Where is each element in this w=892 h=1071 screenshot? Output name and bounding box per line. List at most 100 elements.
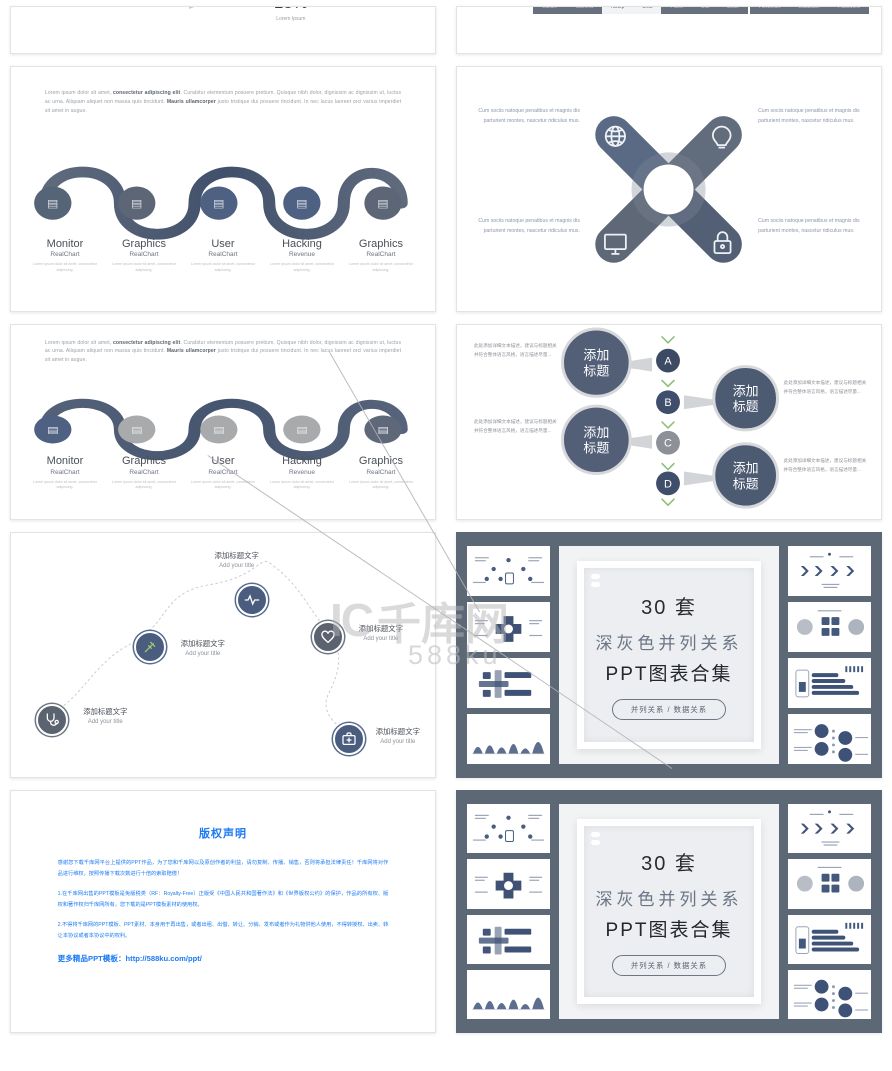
percent-caption: Lorem Ipsum: [276, 16, 306, 22]
thumb-circles-link[interactable]: [788, 714, 871, 764]
tab-dia[interactable]: Dia: [692, 7, 718, 14]
thumb-circles-link[interactable]: [788, 969, 871, 1019]
thumb-quad-image[interactable]: [788, 602, 871, 652]
svg-text:D: D: [664, 478, 672, 490]
wave-item-1[interactable]: Graphics RealChart Lorem ipsum dolor sit…: [107, 238, 181, 273]
tab-code[interactable]: Code: [718, 7, 748, 14]
med-label-cn: 添加标题文字: [358, 624, 404, 634]
med-label-cn: 添加标题文字: [375, 726, 420, 736]
tab-password[interactable]: Password: [829, 7, 869, 14]
lorem-part-1: Lorem ipsum dolor sit amet,: [44, 89, 113, 96]
svg-text:▤: ▤: [378, 197, 389, 210]
svg-text:▤: ▤: [131, 425, 142, 436]
tab-notep[interactable]: Notep: [602, 7, 634, 14]
cover-badge[interactable]: 并列关系 / 数据关系: [611, 954, 727, 976]
grid-cell-r5c1: 版权声明 感谢您下载千库网平台上提供的PPT作品，为了您和千库网以及原创作者的利…: [0, 784, 446, 1039]
wave-item-0[interactable]: Monitor RealChart Lorem ipsum dolor sit …: [28, 238, 102, 273]
wave-item-title: Graphics: [358, 237, 403, 250]
med-node-stethoscope[interactable]: [36, 703, 69, 736]
cover-badge[interactable]: 并列关系 / 数据关系: [611, 698, 727, 720]
med-node-heart[interactable]: [312, 620, 345, 653]
slide-medical-path[interactable]: 添加标题文字 Add your title 添加标题文字 Add your ti…: [10, 532, 436, 778]
wave-item-title: Hacking: [282, 237, 322, 250]
slide-chain-abcd[interactable]: AB CD 添加 标题 添加 标题 添加 标题 添加 标题 此处添加详细文本描述…: [456, 324, 882, 520]
slide-copyright[interactable]: 版权声明 感谢您下载千库网平台上提供的PPT作品，为了您和千库网以及原创作者的利…: [10, 790, 436, 1033]
tab-camera[interactable]: Camera: [566, 7, 602, 14]
tab-group-1: Buildin Camera Notep Desi Plann Dia Code: [533, 7, 748, 14]
copyright-para-3: 2.不得将千库网的PPT模板、PPT素材、本身用于再出售，或者出租、出借、转让、…: [57, 921, 389, 939]
med-label-en: Add your title: [87, 719, 123, 726]
wave-item-3[interactable]: Hacking Revenue Lorem ipsum dolor sit am…: [265, 238, 339, 273]
wave2-item-2[interactable]: User RealChart Lorem ipsum dolor sit ame…: [186, 455, 260, 490]
grid-cell-r5c2: 30 套 深灰色并列关系 PPT图表合集 并列关系 / 数据关系: [446, 784, 892, 1039]
thumb-mobile-bars[interactable]: [788, 658, 871, 708]
wave2-item-0[interactable]: Monitor RealChart Lorem ipsum dolor sit …: [28, 455, 102, 490]
cover-line-2: 深灰色并列关系: [595, 633, 743, 653]
med-node-pulse[interactable]: [235, 584, 268, 617]
thumb-blocks-diagram[interactable]: [467, 658, 550, 708]
thumb-area-chart[interactable]: [467, 714, 550, 764]
med-node-bag[interactable]: [333, 723, 366, 756]
slide-x-diagram[interactable]: Cum sociis natoque penatibus et magnis d…: [456, 66, 882, 312]
cover2-frame: 30 套 深灰色并列关系 PPT图表合集 并列关系 / 数据关系: [576, 819, 762, 1004]
slide-cover-2[interactable]: 30 套 深灰色并列关系 PPT图表合集 并列关系 / 数据关系: [456, 790, 882, 1033]
svg-text:▤: ▤: [378, 425, 389, 436]
thumb-network-diagram[interactable]: [467, 804, 550, 854]
tab-buildin[interactable]: Buildin: [533, 7, 566, 14]
wave-item-desc: Lorem ipsum dolor sit amet, consectetur …: [191, 262, 255, 272]
wave2-item-3[interactable]: Hacking Revenue Lorem ipsum dolor sit am…: [265, 455, 339, 490]
thumb-quad-image[interactable]: [788, 859, 871, 909]
thumb-area-chart[interactable]: [467, 969, 550, 1019]
med-label-pulse: 添加标题文字 Add your title: [215, 550, 259, 569]
slide-tabs-partial[interactable]: Buildin Camera Notep Desi Plann Dia Code…: [456, 6, 882, 54]
svg-text:添加: 添加: [733, 384, 759, 399]
thumb-cross-diagram[interactable]: [467, 859, 550, 909]
grid-cell-r3c2: AB CD 添加 标题 添加 标题 添加 标题 添加 标题 此处添加详细文本描述…: [446, 318, 892, 526]
grid-cell-r2c1: Lorem ipsum dolor sit amet, consectetur …: [0, 60, 446, 318]
copyright-more-link[interactable]: 更多精品PPT模板：http://588ku.com/ppt/: [58, 953, 389, 964]
chain-desc-right-1: 此处添加详细文本描述，建议与标题相关并符合整体语言风格，语言描述尽量...: [783, 380, 867, 395]
wave-item-desc: Lorem ipsum dolor sit amet, consectetur …: [270, 479, 334, 489]
lorem-part-1: Lorem ipsum dolor sit amet,: [44, 339, 113, 346]
slide-wave-1[interactable]: Lorem ipsum dolor sit amet, consectetur …: [10, 66, 436, 312]
slide-wave-2[interactable]: Lorem ipsum dolor sit amet, consectetur …: [10, 324, 436, 520]
wave-item-desc: Lorem ipsum dolor sit amet, consectetur …: [270, 262, 334, 272]
thumb-chevron-flow[interactable]: [788, 804, 871, 854]
wave-item-2[interactable]: User RealChart Lorem ipsum dolor sit ame…: [186, 238, 260, 273]
tab-plann[interactable]: Plann: [661, 7, 692, 14]
wave-item-desc: Lorem ipsum dolor sit amet, consectetur …: [33, 479, 97, 489]
thumb-cross-diagram[interactable]: [467, 602, 550, 652]
svg-text:▤: ▤: [297, 197, 308, 210]
wave-item-desc: Lorem ipsum dolor sit amet, consectetur …: [348, 262, 413, 272]
wave-item-desc: Lorem ipsum dolor sit amet, consectetur …: [33, 262, 97, 272]
svg-text:添加: 添加: [733, 462, 759, 477]
thumb-blocks-diagram[interactable]: [467, 914, 550, 964]
tab-desi[interactable]: Desi: [633, 7, 662, 14]
med-label-cn: 添加标题文字: [83, 707, 128, 717]
med-label-en: Add your title: [219, 563, 255, 570]
wave2-item-1[interactable]: Graphics RealChart Lorem ipsum dolor sit…: [107, 455, 181, 490]
slide-cover-1[interactable]: 30 套 深灰色并列关系 PPT图表合集 并列关系 / 数据关系: [456, 532, 882, 778]
lorem-paragraph: Lorem ipsum dolor sit amet, consectetur …: [45, 89, 401, 116]
med-node-syringe[interactable]: [133, 630, 166, 663]
chain-desc-left-2: 此处添加详细文本描述，建议与标题相关并符合整体语言风格，语言描述尽量...: [473, 419, 557, 434]
tab-database[interactable]: Database: [789, 7, 828, 14]
syringe-icon: [133, 630, 166, 663]
stethoscope-icon: [36, 703, 69, 736]
wave-item-title: Graphics: [121, 454, 166, 467]
svg-text:C: C: [664, 438, 672, 450]
thumb-network-diagram[interactable]: [467, 546, 550, 596]
slide-grid: 15% Lorem Ipsum Buildin Camera Notep Des…: [0, 0, 892, 1071]
svg-text:标题: 标题: [583, 442, 609, 457]
tab-flowchart[interactable]: Flowchart: [750, 7, 790, 14]
wave-item-subtitle: RealChart: [129, 251, 159, 259]
thumb-chevron-flow[interactable]: [788, 546, 871, 596]
wave-item-4[interactable]: Graphics RealChart Lorem ipsum dolor sit…: [344, 238, 418, 273]
svg-text:标题: 标题: [733, 400, 759, 415]
med-label-stethoscope: 添加标题文字 Add your title: [83, 706, 127, 725]
thumb-mobile-bars[interactable]: [788, 914, 871, 964]
wave-item-title: Monitor: [46, 454, 84, 467]
slide-percent-partial[interactable]: 15% Lorem Ipsum: [10, 6, 436, 54]
percent-block: 15% Lorem Ipsum: [274, 7, 308, 22]
pulse-icon: [235, 584, 268, 617]
